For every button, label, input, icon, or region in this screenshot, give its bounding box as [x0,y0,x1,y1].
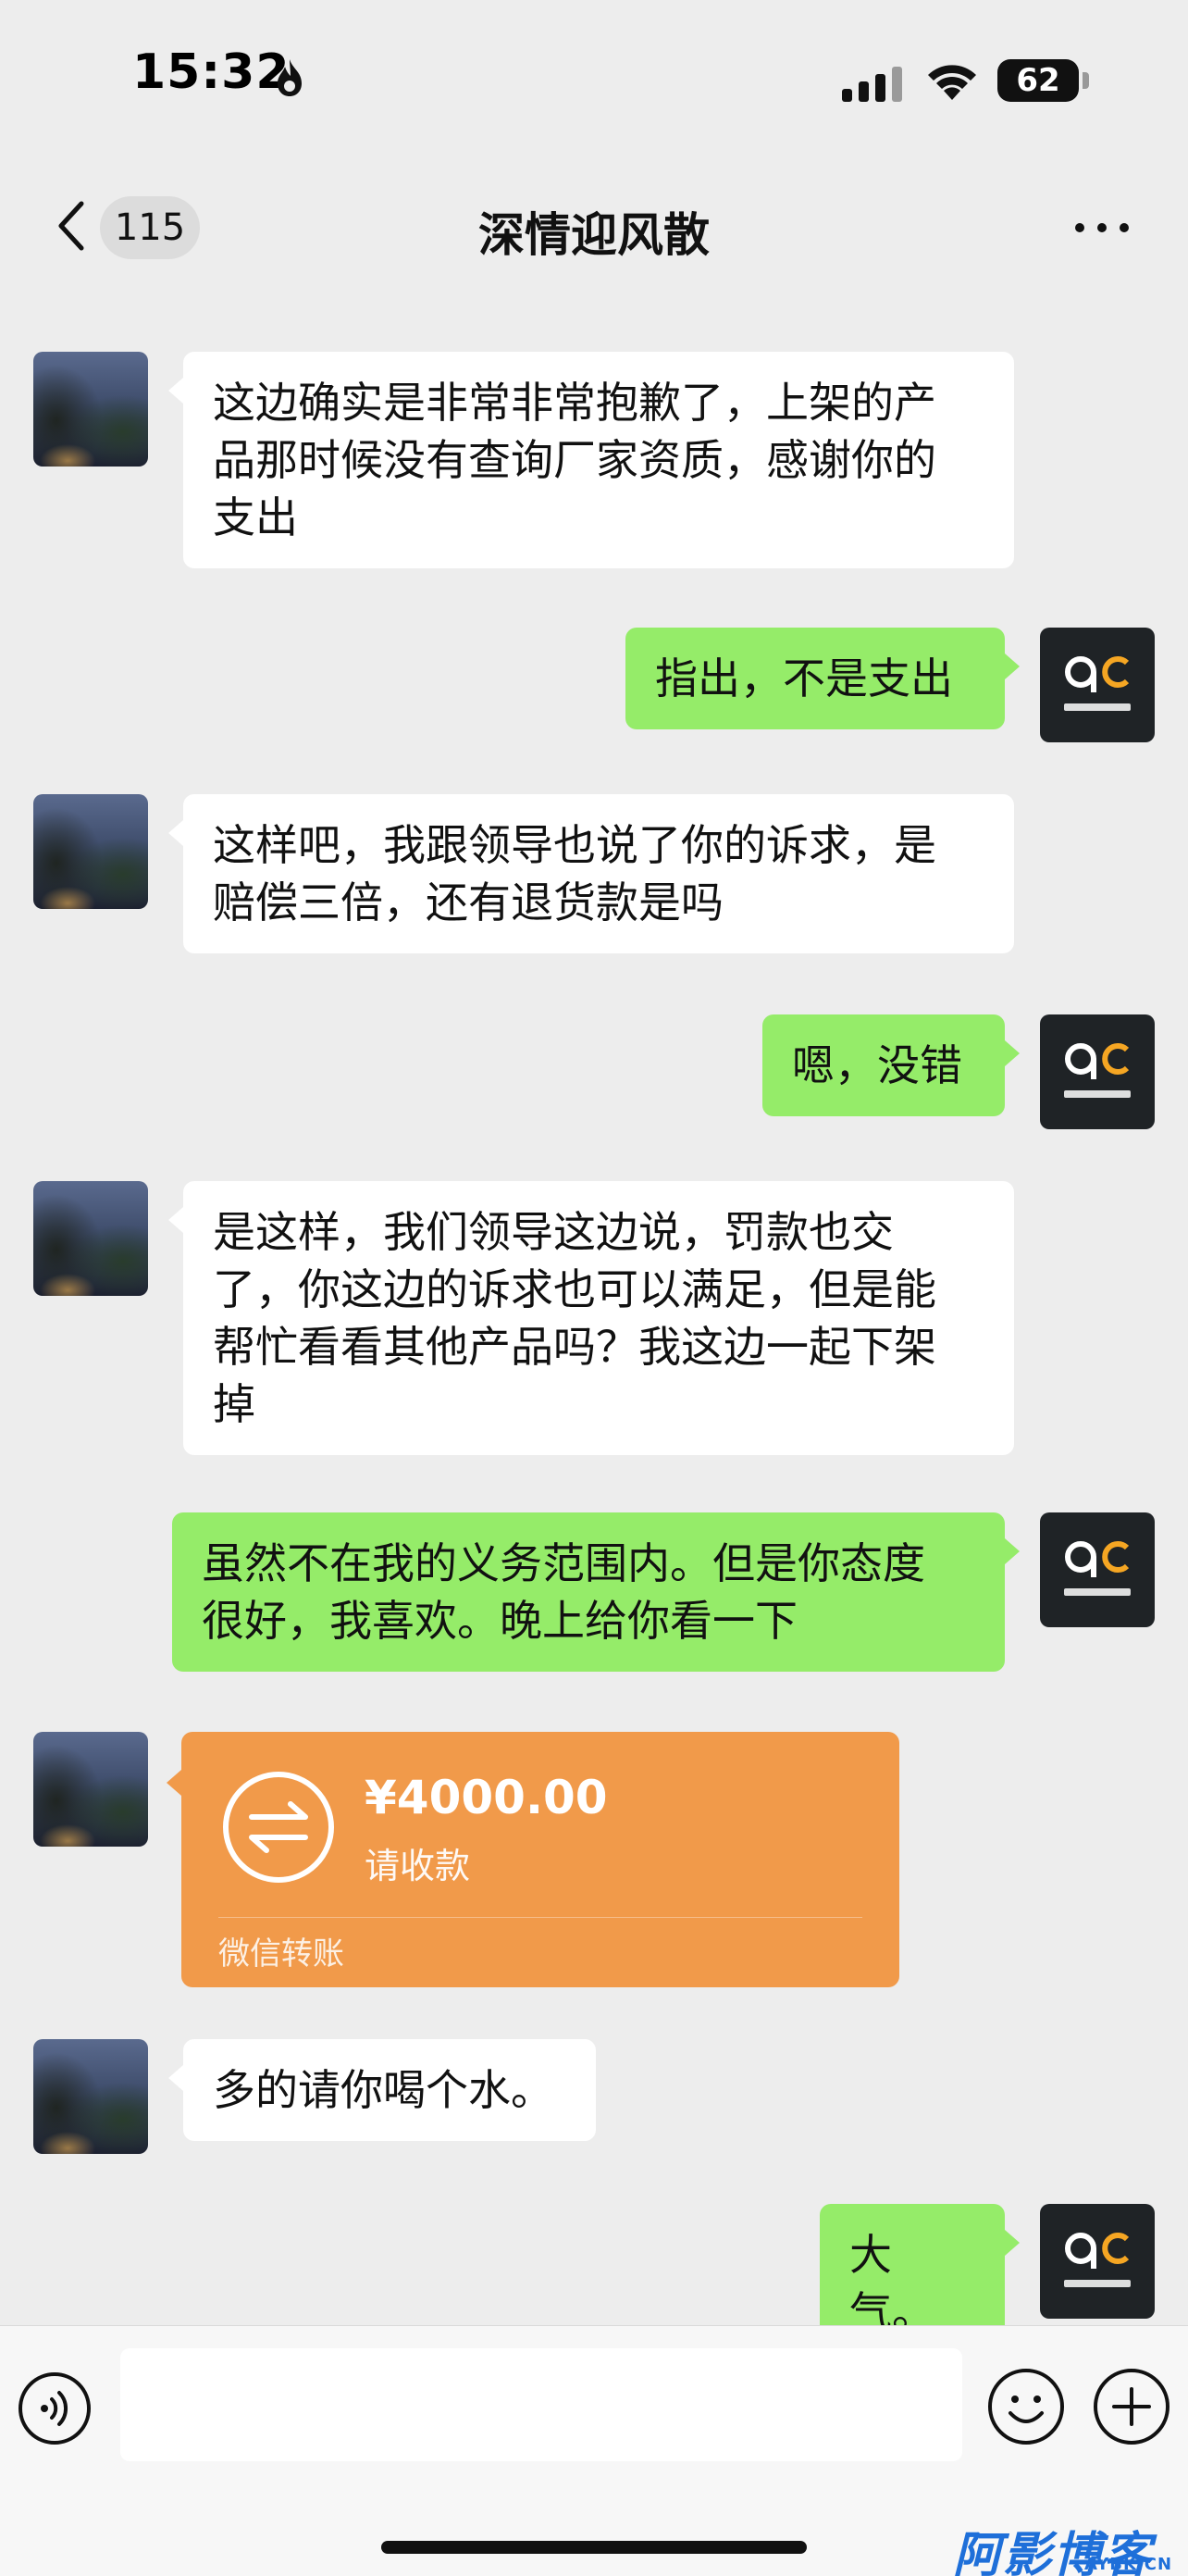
more-icon[interactable] [1070,213,1134,241]
message-input[interactable] [120,2348,962,2461]
unread-count-badge[interactable]: 115 [100,196,200,259]
transfer-amount: ¥4000.00 [365,1771,608,1824]
divider [218,1917,862,1918]
wechat-transfer-card[interactable]: ¥4000.00 请收款 微信转账 [181,1732,899,1987]
wifi-icon [928,65,976,100]
emoji-icon[interactable] [986,2367,1066,2446]
home-indicator [381,2541,807,2554]
bubble-tail [168,2065,183,2091]
transfer-status: 请收款 [365,1846,471,1886]
plus-icon[interactable] [1092,2367,1171,2446]
transfer-label: 微信转账 [218,1935,344,1972]
contact-avatar[interactable] [33,1732,148,1847]
back-chevron-icon[interactable] [54,198,91,254]
voice-icon[interactable] [17,2371,93,2446]
message-bubble-outgoing[interactable]: 虽然不在我的义务范围内。但是你态度 很好，我喜欢。晚上给你看一下 [172,1512,1005,1672]
status-time: 15:32 [132,44,291,100]
bubble-tail [167,1770,181,1796]
qc-logo-icon [1064,1541,1131,1596]
bubble-tail [168,378,183,404]
signal-icon [842,65,903,102]
message-bubble-outgoing[interactable]: 指出，不是支出 [625,628,1005,729]
message-bubble-outgoing[interactable]: 嗯，没错 [762,1014,1005,1116]
message-bubble-incoming[interactable]: 多的请你喝个水。 [183,2039,596,2141]
my-avatar[interactable] [1040,628,1155,742]
contact-avatar[interactable] [33,1181,148,1296]
bubble-tail [1005,653,1020,679]
contact-avatar[interactable] [33,794,148,909]
watermark-subtext: AYBK.CN [1084,2555,1173,2574]
watermark-logo: 阿影博客 AYBK.CN [953,2516,1175,2576]
battery-icon: 62 [997,59,1079,102]
message-bubble-incoming[interactable]: 这样吧，我跟领导也说了你的诉求，是 赔偿三倍，还有退货款是吗 [183,794,1014,953]
my-avatar[interactable] [1040,1014,1155,1129]
status-bar: 15:32 62 [0,0,1188,157]
qc-logo-icon [1064,1043,1131,1098]
chat-title: 深情迎风散 [478,208,710,262]
message-bubble-incoming[interactable]: 是这样，我们领导这边说，罚款也交 了，你这边的诉求也可以满足，但是能 帮忙看看其… [183,1181,1014,1455]
bubble-tail [168,1207,183,1233]
qc-logo-icon [1064,656,1131,711]
qc-logo-icon [1064,2233,1131,2287]
flame-icon [278,59,302,96]
transfer-icon [223,1772,334,1883]
bubble-tail [1005,1538,1020,1564]
bubble-tail [168,820,183,846]
chat-header: 115 深情迎风散 [0,157,1188,296]
message-bubble-incoming[interactable]: 这边确实是非常非常抱歉了，上架的产 品那时候没有查询厂家资质，感谢你的 支出 [183,352,1014,568]
bubble-tail [1005,2230,1020,2256]
bubble-tail [1005,1040,1020,1066]
contact-avatar[interactable] [33,2039,148,2154]
battery-cap [1083,72,1089,89]
my-avatar[interactable] [1040,1512,1155,1627]
contact-avatar[interactable] [33,352,148,467]
my-avatar[interactable] [1040,2204,1155,2319]
